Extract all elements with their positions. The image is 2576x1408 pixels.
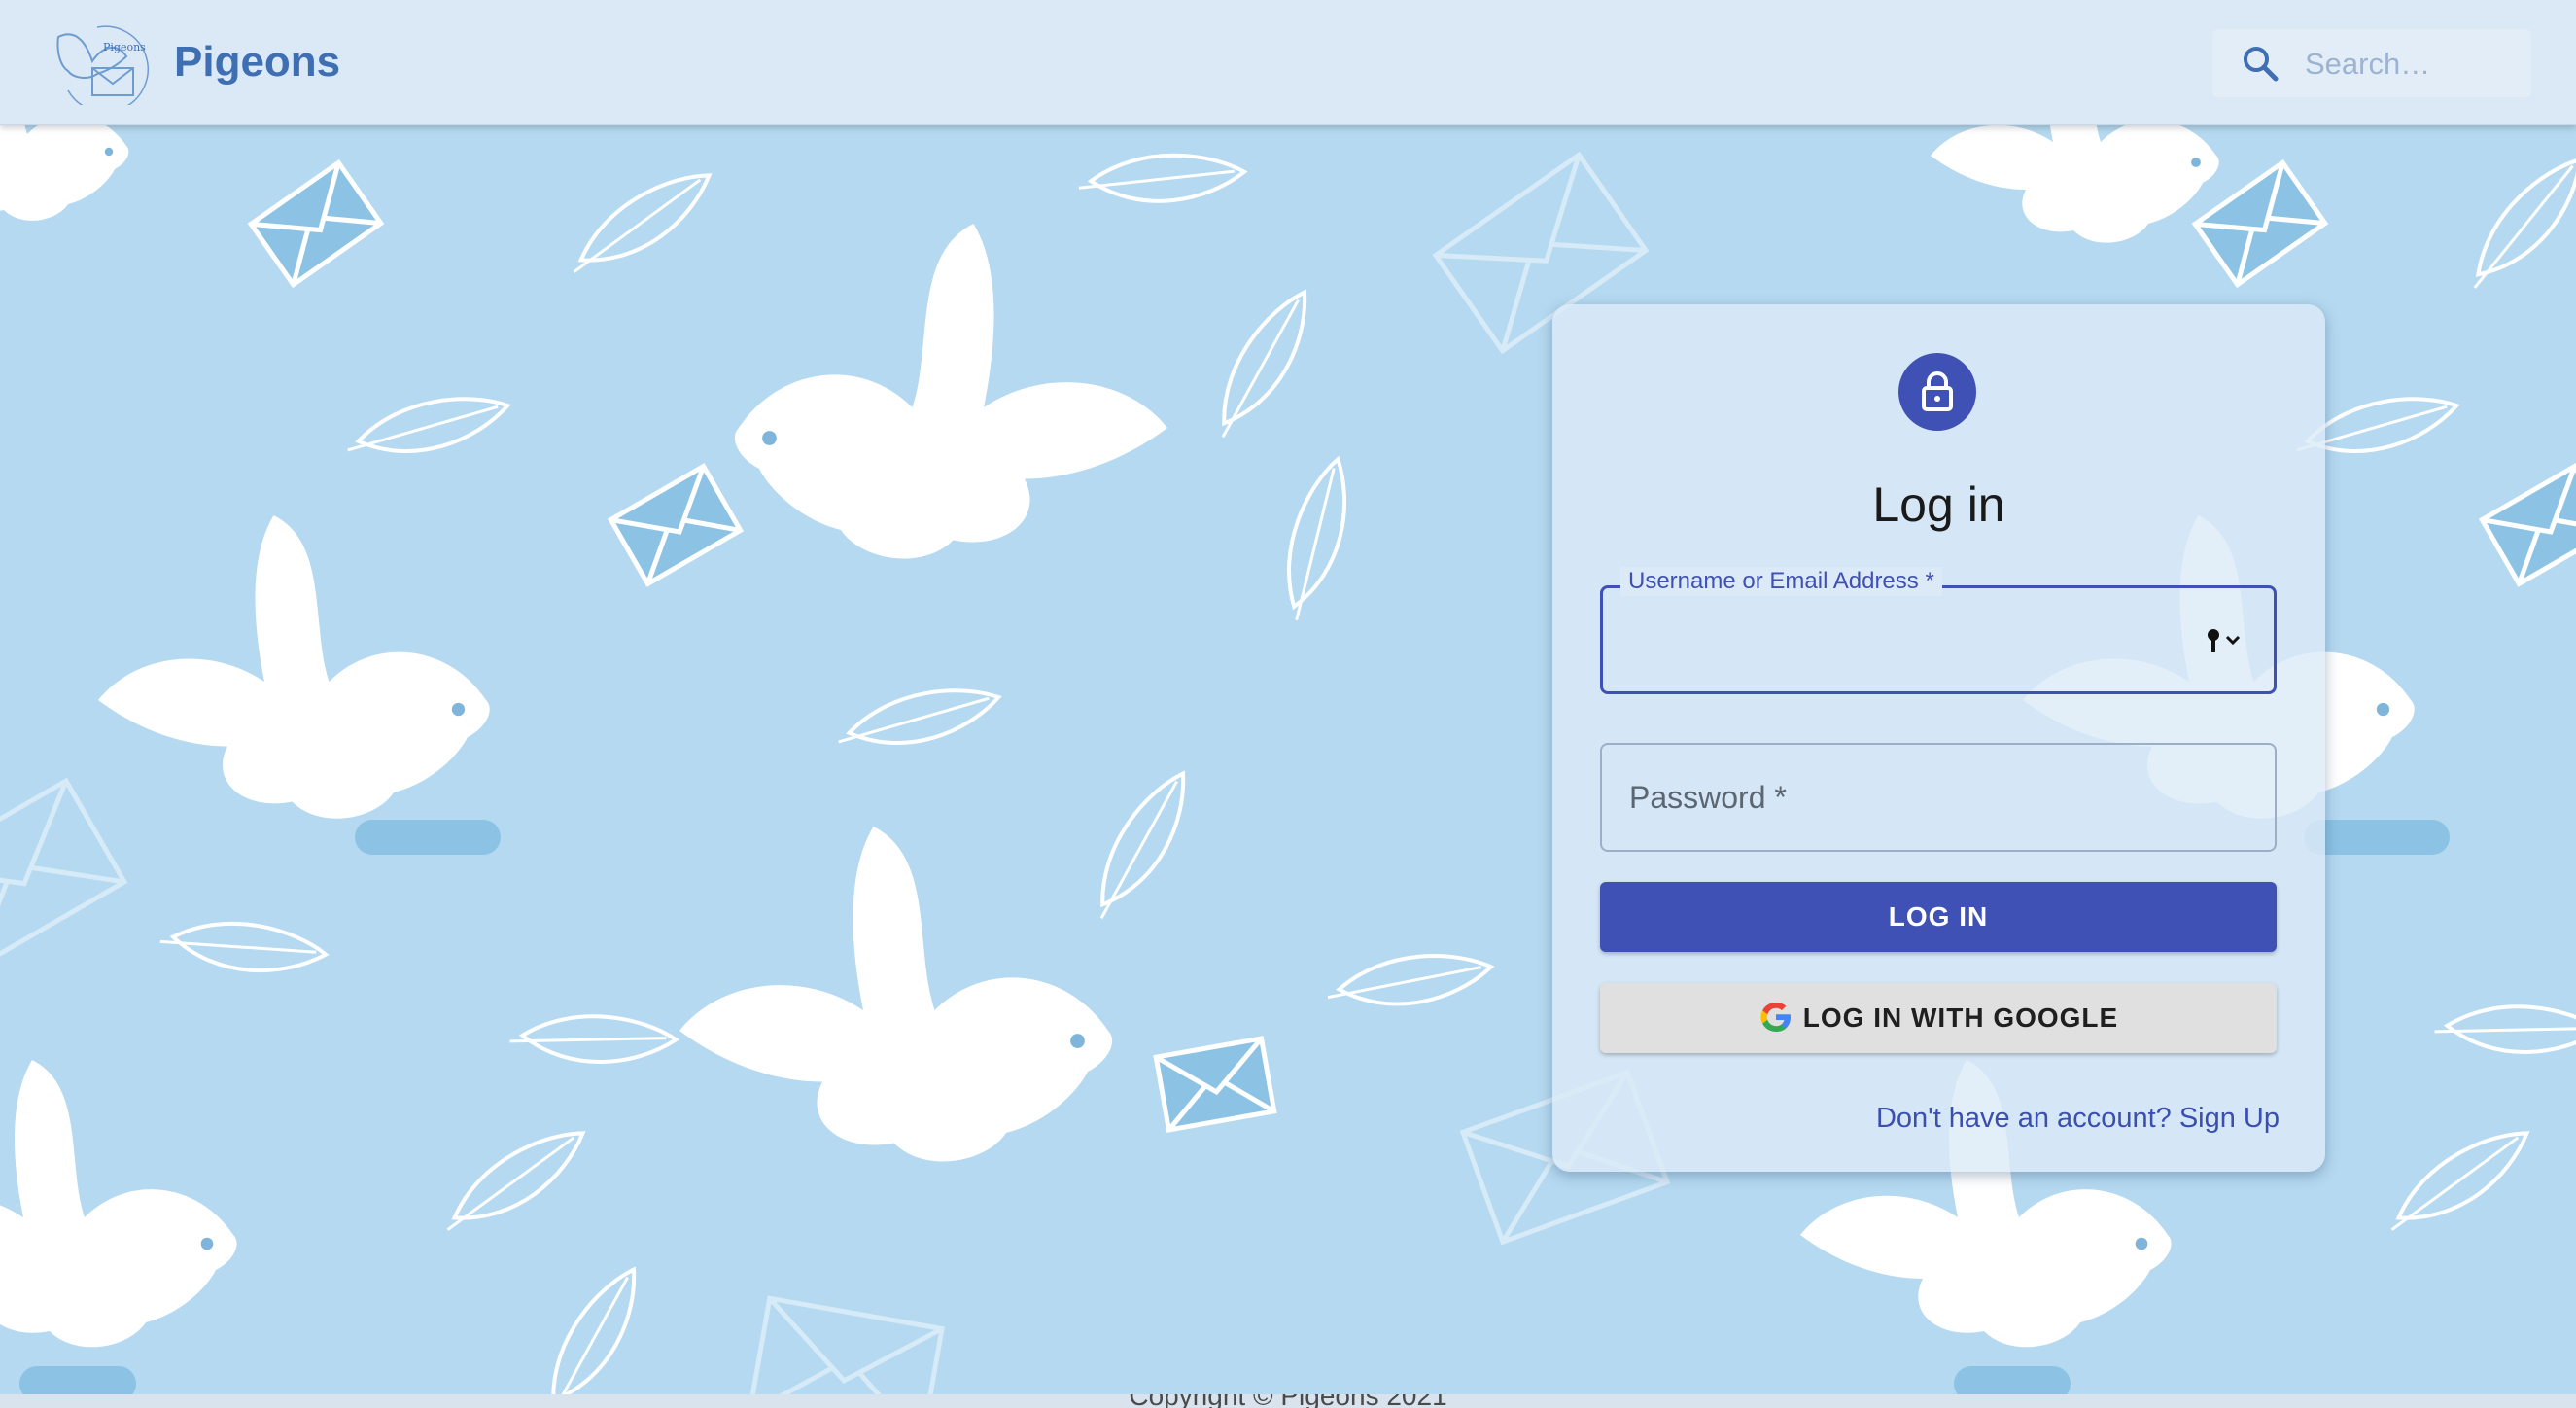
google-login-label: LOG IN WITH GOOGLE xyxy=(1802,1003,2119,1033)
password-field[interactable]: Password * xyxy=(1600,743,2277,852)
username-field[interactable]: Username or Email Address * xyxy=(1600,567,2277,694)
google-login-button[interactable]: LOG IN WITH GOOGLE xyxy=(1600,983,2277,1053)
username-label: Username or Email Address * xyxy=(1620,567,1942,596)
search-input[interactable] xyxy=(2303,41,2521,88)
login-title: Log in xyxy=(1872,477,2005,532)
lock-icon xyxy=(1922,371,1953,411)
app-bar: Pigeons Pigeons xyxy=(0,0,2576,125)
signup-link[interactable]: Don't have an account? Sign Up xyxy=(1876,1100,2280,1137)
svg-text:Pigeons: Pigeons xyxy=(103,41,146,53)
footer: Copyright © Pigeons 2021 xyxy=(0,1394,2576,1408)
login-button[interactable]: LOG IN xyxy=(1600,882,2277,952)
password-label: Password * xyxy=(1629,780,1787,815)
pigeons-logo[interactable]: Pigeons xyxy=(49,18,150,105)
login-card: Log in Username or Email Address * Passw… xyxy=(1552,304,2325,1172)
google-icon xyxy=(1760,1003,1791,1032)
lock-avatar xyxy=(1898,353,1976,431)
key-dropdown-icon[interactable] xyxy=(2206,627,2246,654)
search-box[interactable] xyxy=(2212,29,2531,97)
copyright-text: Copyright © Pigeons 2021 xyxy=(0,1394,2576,1408)
search-icon xyxy=(2244,47,2279,82)
brand-title[interactable]: Pigeons xyxy=(174,35,340,89)
